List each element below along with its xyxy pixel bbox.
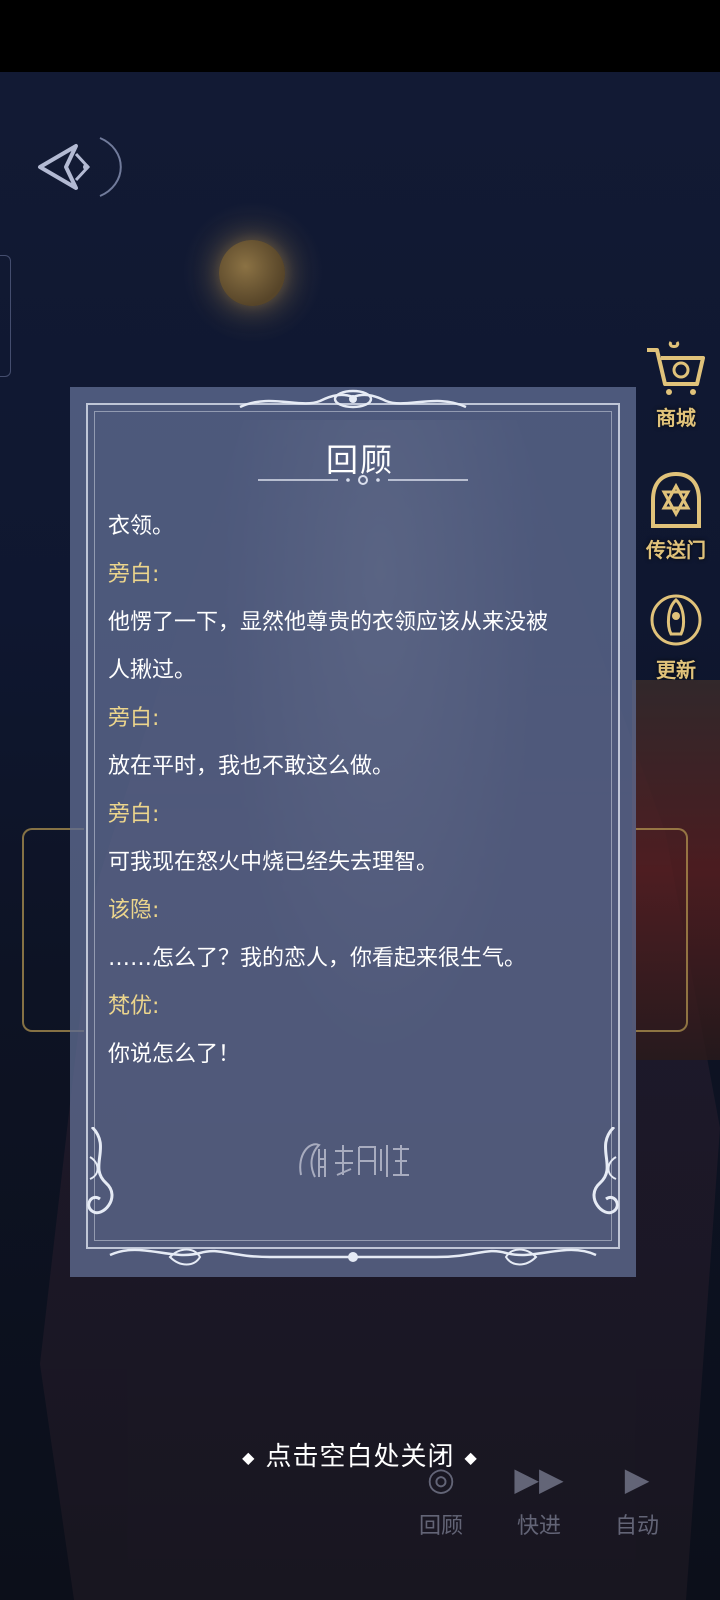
review-log-list[interactable]: 衣领。 旁白: 他愣了一下，显然他尊贵的衣领应该从来没被 人揪过。 旁白: 放在… bbox=[108, 503, 613, 1079]
back-button[interactable] bbox=[20, 132, 124, 202]
auto-play-button[interactable]: ▶ 自动 bbox=[604, 1460, 670, 1570]
side-menu-update[interactable]: 更新 bbox=[632, 590, 720, 683]
shop-cart-icon bbox=[647, 341, 705, 395]
side-menu-portal[interactable]: 传送门 bbox=[632, 470, 720, 563]
log-text-line: 人揪过。 bbox=[108, 658, 197, 683]
side-menu-portal-label: 传送门 bbox=[646, 538, 706, 562]
log-text-line: 你说怎么了！ bbox=[108, 1042, 241, 1067]
log-text-line: 放在平时，我也不敢这么做。 bbox=[108, 754, 395, 779]
fast-forward-icon: ▶▶ bbox=[514, 1460, 564, 1498]
auto-play-button-label: 自动 bbox=[614, 1514, 659, 1539]
log-speaker-name: 旁白: bbox=[108, 802, 160, 827]
side-menu-update-label: 更新 bbox=[656, 658, 696, 682]
fast-forward-button[interactable]: ▶▶ 快进 bbox=[506, 1460, 572, 1570]
log-text-line: 可我现在怒火中烧已经失去理智。 bbox=[108, 850, 439, 875]
review-button[interactable]: ◎ 回顾 bbox=[408, 1460, 474, 1570]
title-divider-icon bbox=[258, 475, 468, 485]
bottom-ornament-icon bbox=[109, 1248, 597, 1266]
log-text-line: 他愣了一下，显然他尊贵的衣领应该从来没被 bbox=[108, 610, 549, 635]
log-speaker-name: 梵优: bbox=[108, 994, 160, 1019]
moon-decoration bbox=[219, 240, 285, 306]
game-logo-watermark bbox=[295, 1135, 415, 1185]
log-text-line: 衣领。 bbox=[108, 514, 175, 539]
left-edge-tab bbox=[0, 255, 11, 377]
play-auto-icon: ▶ bbox=[624, 1460, 650, 1498]
side-menu-shop-label: 商城 bbox=[656, 406, 696, 430]
back-arrow-icon bbox=[38, 137, 122, 197]
status-bar bbox=[0, 0, 720, 72]
log-speaker-name: 该隐: bbox=[108, 898, 160, 923]
rocket-update-icon bbox=[650, 594, 702, 646]
side-menu-shop[interactable]: 商城 bbox=[632, 338, 720, 431]
fast-forward-button-label: 快进 bbox=[516, 1514, 561, 1539]
review-icon: ◎ bbox=[427, 1460, 455, 1498]
log-speaker-name: 旁白: bbox=[108, 706, 160, 731]
review-button-label: 回顾 bbox=[418, 1514, 463, 1539]
log-speaker-name: 旁白: bbox=[108, 562, 160, 587]
logo-swash-icon bbox=[299, 1143, 409, 1178]
dialog-frame-right bbox=[636, 828, 688, 1032]
diamond-left-icon: ◆ bbox=[242, 1448, 256, 1467]
log-text-line: ……怎么了？我的恋人，你看起来很生气。 bbox=[108, 946, 527, 971]
top-ornament-icon bbox=[239, 389, 467, 409]
